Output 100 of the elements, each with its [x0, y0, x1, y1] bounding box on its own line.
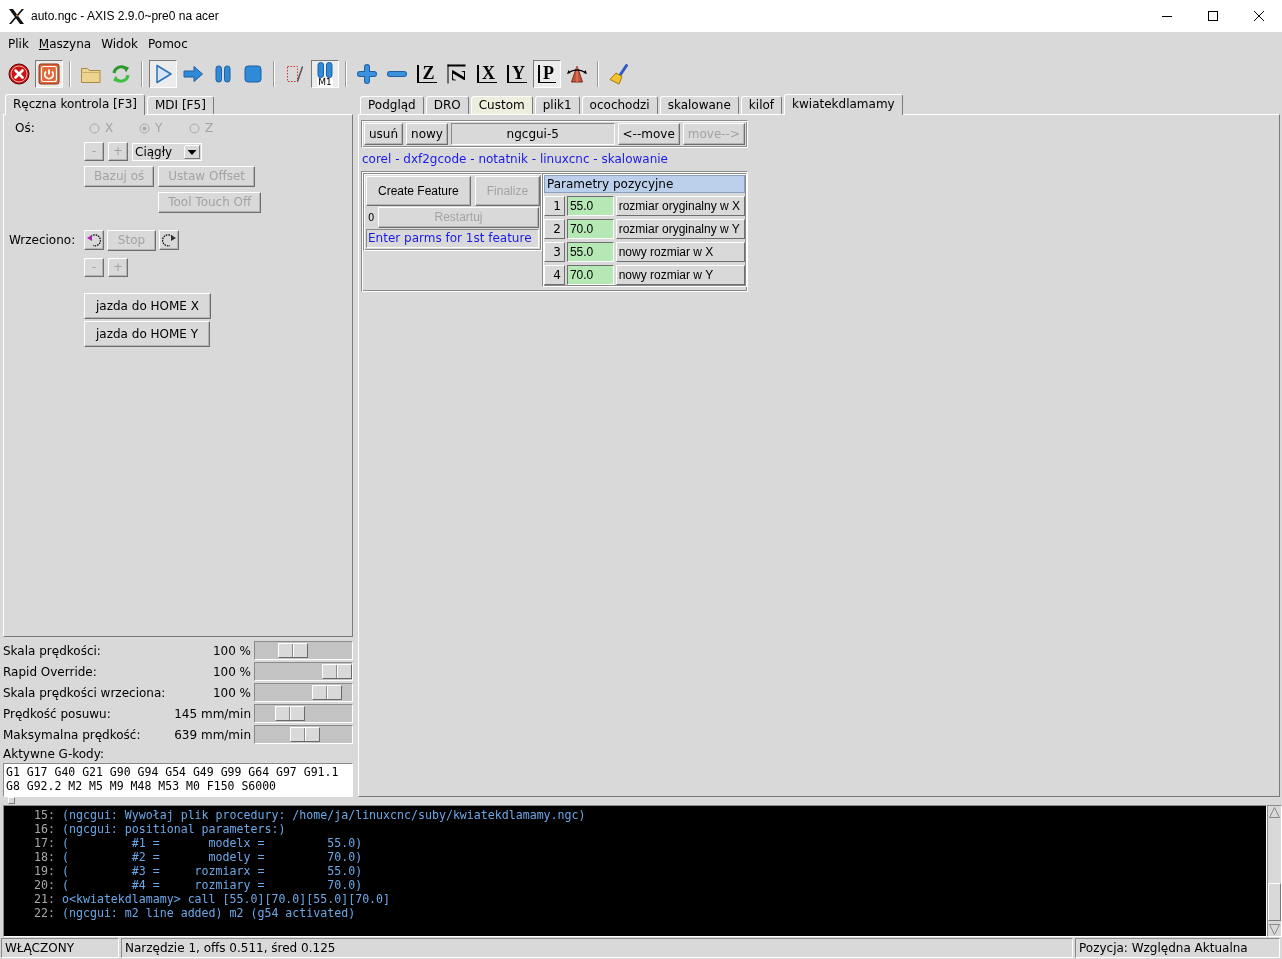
slider-thumb[interactable] — [278, 643, 308, 658]
arrow-right-icon — [182, 63, 204, 85]
run-button[interactable] — [149, 60, 177, 88]
console-line: ( #1 = modelx = 55.0) — [62, 836, 363, 850]
emergency-stop-button[interactable] — [5, 60, 33, 88]
menu-item[interactable]: Pomoc — [143, 35, 193, 53]
tab[interactable]: Ręczna kontrola [F3] — [5, 94, 145, 115]
param-number: 1 — [544, 196, 565, 216]
home-button[interactable]: jazda do HOME X — [84, 293, 211, 319]
view-x-button[interactable]: X — [473, 60, 501, 88]
feature-count: 0 — [367, 212, 376, 223]
param-number: 3 — [544, 242, 565, 262]
slider-track[interactable] — [254, 641, 353, 660]
param-input-field[interactable]: 70.0 — [566, 219, 614, 239]
minus-icon — [387, 71, 407, 77]
override-label: Rapid Override: — [3, 664, 98, 679]
override-value: 145 mm/min — [174, 706, 252, 721]
optional-stop-button[interactable]: M1 — [311, 60, 339, 88]
param-description: nowy rozmiar w X — [615, 242, 745, 262]
param-number: 4 — [544, 265, 565, 285]
param-input-field[interactable]: 55.0 — [566, 242, 614, 262]
delete-button[interactable]: usuń — [364, 123, 404, 145]
scrollbar[interactable] — [1267, 805, 1282, 937]
view-z-button[interactable]: Z — [413, 60, 441, 88]
caret-down-icon — [184, 144, 200, 159]
create-feature-button[interactable]: Create Feature — [366, 176, 471, 206]
tab[interactable]: Podgląd — [360, 96, 424, 114]
tab[interactable]: ocochodzi — [581, 96, 658, 114]
tab[interactable]: DRO — [425, 96, 469, 114]
tab[interactable]: plik1 — [534, 96, 580, 114]
status-message: Enter parms for 1st feature — [366, 229, 539, 248]
gcode-line: G8 G92.2 M2 M5 M9 M48 M53 M0 F150 S6000 — [6, 779, 278, 793]
link-list-text: corel - dxf2gcode - notatnik - linuxcnc - skalowanie — [361, 152, 668, 167]
slider-thumb[interactable] — [275, 706, 305, 721]
power-button[interactable] — [35, 60, 63, 88]
curved-arrow-icon — [86, 232, 102, 248]
spindle-label: Wrzeciono: — [8, 233, 77, 247]
tool-status: Narzędzie 1, offs 0.511, śred 0.125 — [121, 937, 1073, 958]
param-input-field[interactable]: 55.0 — [566, 196, 614, 216]
line-number: 21: — [33, 892, 55, 906]
minimize-icon — [1162, 15, 1172, 17]
broom-icon — [608, 63, 630, 85]
param-description: nowy rozmiar w Y — [615, 265, 745, 285]
tab[interactable]: kilof — [740, 96, 783, 114]
spindle-left-button[interactable] — [84, 230, 104, 250]
slider-track[interactable] — [254, 662, 353, 681]
tab[interactable]: Custom — [470, 96, 533, 114]
new-button[interactable]: nowy — [406, 123, 448, 145]
x-logo-icon — [8, 7, 25, 25]
console-line: (ngcgui: m2 line added) m2 (g54 activated) — [62, 906, 356, 920]
tab[interactable]: kwiatekdlamamy — [784, 94, 903, 115]
x-circle-icon — [8, 63, 30, 85]
pause-icon — [212, 63, 234, 85]
override-value: 639 mm/min — [174, 727, 252, 742]
down-arrow-icon — [1268, 923, 1281, 936]
override-value: 100 % — [212, 664, 252, 679]
console-line: ( #3 = rozmiarx = 55.0) — [62, 864, 363, 878]
menu-item[interactable]: Widok — [96, 35, 144, 53]
plus-icon — [356, 63, 378, 85]
scrollbar-thumb[interactable] — [1268, 883, 1281, 921]
slider-thumb[interactable] — [290, 727, 320, 742]
menu-item[interactable]: Maszyna — [33, 35, 97, 53]
stop-icon — [242, 63, 264, 85]
maximize-icon — [1208, 11, 1218, 21]
slider-thumb[interactable] — [322, 664, 352, 679]
console-line: (ngcgui: Wywołaj plik procedury: /home/ja/linuxcnc/suby/kwiatekdlamamy.ngc) — [62, 808, 586, 822]
move-left-button[interactable]: <--move — [617, 123, 680, 145]
increment-dropdown[interactable]: Ciągły — [132, 142, 202, 161]
override-label: Skala prędkości wrzeciona: — [3, 685, 167, 700]
console-line: o<kwiatekdlamamy> call [55.0][70.0][55.0][70.0] — [62, 892, 391, 906]
cone-icon — [566, 63, 588, 85]
console-line: (ngcgui: positional parameters:) — [62, 822, 286, 836]
slider-track[interactable] — [254, 725, 353, 744]
up-arrow-icon — [1268, 806, 1281, 819]
param-description: rozmiar oryginalny w X — [615, 196, 745, 216]
tab[interactable]: MDI [F5] — [147, 96, 214, 114]
sash-handle[interactable] — [8, 797, 15, 804]
view-y-button[interactable]: Y — [503, 60, 531, 88]
line-number: 22: — [33, 906, 55, 920]
param-number: 2 — [544, 219, 565, 239]
line-number: 18: — [33, 850, 55, 864]
slider-thumb[interactable] — [312, 685, 342, 700]
home-button[interactable]: jazda do HOME Y — [84, 321, 211, 347]
active-gcodes-label: Aktywne G-kody: — [3, 746, 105, 763]
line-number: 17: — [33, 836, 55, 850]
console-line: ( #2 = modely = 70.0) — [62, 850, 363, 864]
line-number: 16: — [33, 822, 55, 836]
view-rotated-z-button[interactable]: Z — [443, 60, 471, 88]
position-status: Pozycja: Względna Aktualna — [1075, 937, 1280, 958]
view-perspective-button[interactable]: P — [533, 60, 561, 88]
override-label: Prędkość posuwu: — [3, 706, 112, 721]
slider-track[interactable] — [254, 683, 353, 702]
param-input-field[interactable]: 70.0 — [566, 265, 614, 285]
refresh-icon — [110, 63, 132, 85]
console-line: ( #4 = rozmiary = 70.0) — [62, 878, 363, 892]
slider-track[interactable] — [254, 704, 353, 723]
menu-item[interactable]: Plik — [3, 35, 34, 53]
spindle-right-button[interactable] — [159, 230, 179, 250]
power-icon — [38, 63, 60, 85]
tab[interactable]: skalowane — [659, 96, 739, 114]
